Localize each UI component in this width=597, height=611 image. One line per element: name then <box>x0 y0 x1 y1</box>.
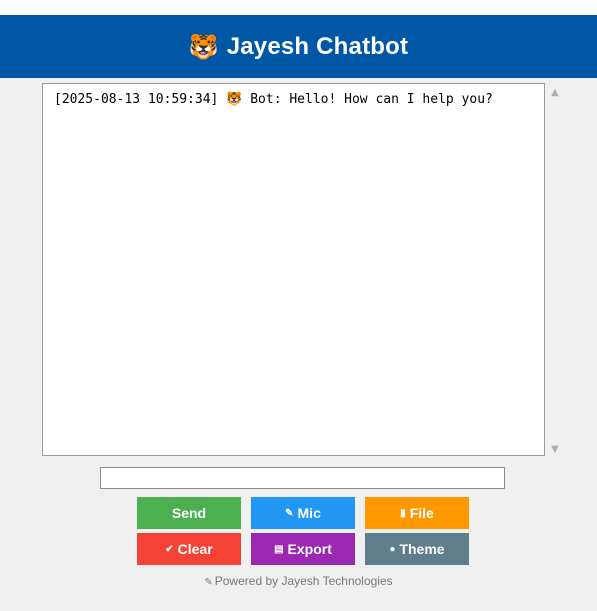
app-title: Jayesh Chatbot <box>226 32 409 60</box>
theme-icon: ● <box>389 543 396 555</box>
window-top-strip <box>0 0 597 15</box>
theme-button-label: Theme <box>399 541 445 557</box>
app-header: 🐯 Jayesh Chatbot <box>0 15 597 78</box>
scroll-down-icon[interactable]: ▼ <box>547 442 563 456</box>
bot-avatar-icon: 🐯 <box>226 92 243 107</box>
chat-message: [2025-08-13 10:59:34] 🐯 Bot: Hello! How … <box>54 92 493 107</box>
send-button-label: Send <box>171 505 207 521</box>
broom-icon: ✔ <box>165 543 174 555</box>
export-button[interactable]: ▤ Export <box>251 533 355 565</box>
scroll-up-icon[interactable]: ▲ <box>547 85 563 99</box>
clear-button[interactable]: ✔ Clear <box>137 533 241 565</box>
send-button[interactable]: Send <box>137 497 241 529</box>
mic-icon: ✎ <box>285 507 294 519</box>
tiger-logo-icon: 🐯 <box>188 32 219 61</box>
chat-history[interactable]: [2025-08-13 10:59:34] 🐯 Bot: Hello! How … <box>42 83 545 456</box>
export-button-label: Export <box>287 541 332 557</box>
file-button-label: File <box>409 505 434 521</box>
export-icon: ▤ <box>274 543 284 555</box>
footer: ✎ Powered by Jayesh Technologies <box>0 574 597 588</box>
pencil-icon: ✎ <box>204 577 213 588</box>
clear-button-label: Clear <box>177 541 213 557</box>
file-icon: ▮ <box>400 507 406 519</box>
message-input[interactable] <box>101 469 504 489</box>
message-text: Hello! How can I help you? <box>289 92 493 107</box>
message-timestamp: [2025-08-13 10:59:34] <box>54 92 219 107</box>
mic-button-label: Mic <box>297 505 321 521</box>
chat-scrollbar[interactable]: ▲ ▼ <box>547 83 563 456</box>
theme-button[interactable]: ● Theme <box>365 533 469 565</box>
mic-button[interactable]: ✎ Mic <box>251 497 355 529</box>
file-button[interactable]: ▮ File <box>365 497 469 529</box>
message-sender: Bot <box>250 92 274 107</box>
footer-text: Powered by Jayesh Technologies <box>214 574 393 588</box>
message-input-container[interactable] <box>100 467 505 489</box>
